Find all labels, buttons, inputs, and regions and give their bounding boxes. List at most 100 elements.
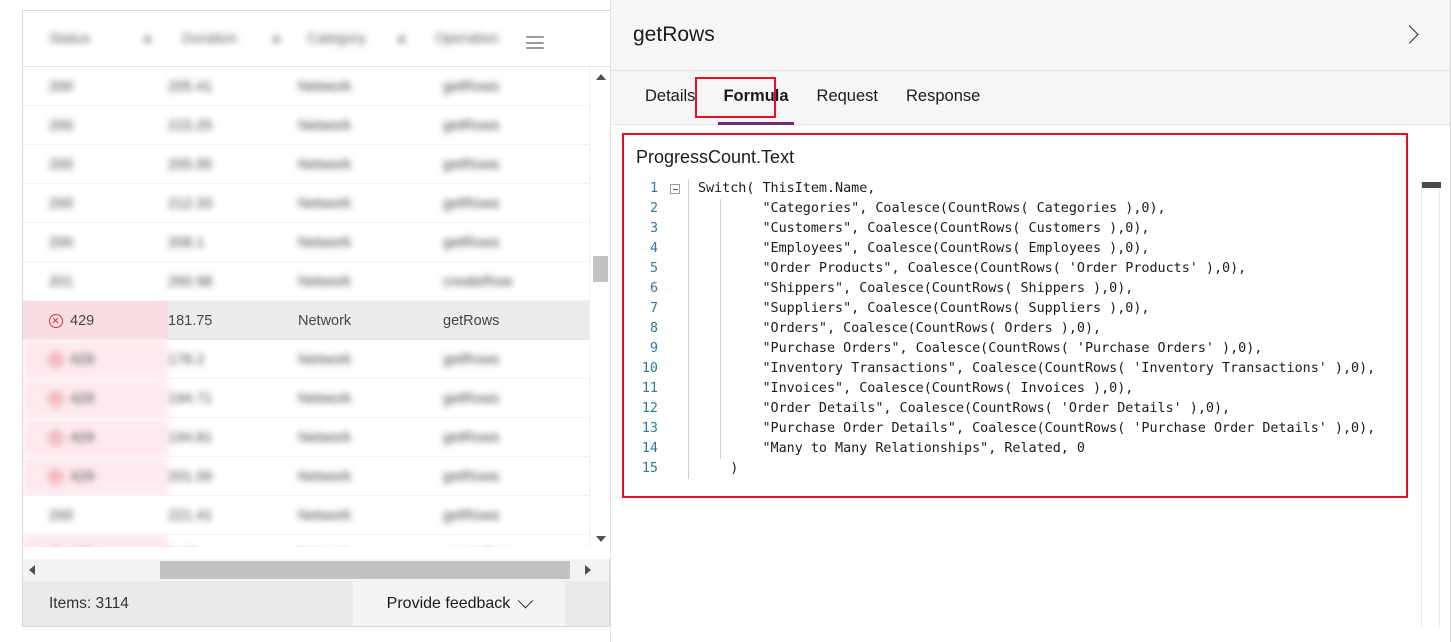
cell-duration: 212.33 <box>168 195 213 212</box>
cell-category: Network <box>298 429 352 446</box>
cell-status: 200 <box>23 145 168 184</box>
cell-duration: 205.41 <box>168 78 213 95</box>
status-bar: Items: 3114 Provide feedback <box>22 581 610 627</box>
line-number: 10 <box>641 361 658 376</box>
detail-panel-tabs: Details Formula Request Response <box>611 71 1451 125</box>
cell-status-text: 200 <box>49 507 74 524</box>
formula-code-editor[interactable]: 1 Switch( ThisItem.Name, 2 "Categories", C… <box>624 179 1406 479</box>
table-row[interactable]: 200 212.33 Network getRows <box>23 184 589 223</box>
error-circle-x-icon <box>49 430 63 445</box>
code-line: 5 "Order Products", Coalesce(CountRows( … <box>624 259 1406 279</box>
tab-formula[interactable]: Formula <box>709 71 802 125</box>
chevron-right-icon[interactable] <box>1400 24 1423 46</box>
line-number: 4 <box>649 241 658 256</box>
cell-duration: 201.09 <box>168 468 213 485</box>
table-row[interactable]: 200 215.25 Network getRows <box>23 106 589 145</box>
line-number: 7 <box>649 301 658 316</box>
code-line-text: "Invoices", Coalesce(CountRows( Invoices… <box>698 381 1134 396</box>
events-table: Status Duration Category Operation 200 20… <box>22 10 610 580</box>
code-line: 11 "Invoices", Coalesce(CountRows( Invoi… <box>624 379 1406 399</box>
cell-operation: getRows <box>443 312 500 329</box>
table-row[interactable]: 200 221.41 Network getRows <box>23 496 589 535</box>
cell-status: 200 <box>23 106 168 145</box>
error-circle-x-icon <box>49 469 63 484</box>
table-row[interactable]: 201 260.98 Network createRow <box>23 262 589 301</box>
horizontal-scrollbar-thumb[interactable] <box>160 561 570 579</box>
code-line: 1 Switch( ThisItem.Name, <box>624 179 1406 199</box>
items-count-label: Items: 3114 <box>49 594 129 612</box>
code-line-text: "Orders", Coalesce(CountRows( Orders ),0… <box>698 321 1102 336</box>
scroll-down-arrow-icon[interactable] <box>590 530 610 547</box>
code-line: 12 "Order Details", Coalesce(CountRows( … <box>624 399 1406 419</box>
horizontal-scrollbar[interactable] <box>22 559 610 581</box>
hamburger-icon[interactable] <box>526 36 544 49</box>
detail-panel: getRows Details Formula Request Response… <box>610 0 1451 642</box>
cell-status: 200 <box>23 496 168 535</box>
vertical-scrollbar-thumb[interactable] <box>593 256 608 282</box>
table-row[interactable]: 429 194.81 Network getRows <box>23 418 589 457</box>
collapse-toggle-icon[interactable] <box>670 184 680 194</box>
scroll-right-arrow-icon[interactable] <box>579 559 597 581</box>
code-line: 6 "Shippers", Coalesce(CountRows( Shippe… <box>624 279 1406 299</box>
provide-feedback-button[interactable]: Provide feedback <box>353 581 565 626</box>
cell-operation: createRow <box>443 535 589 548</box>
table-row[interactable]: 200 205.41 Network getRows <box>23 67 589 106</box>
cell-status: 429 <box>23 457 168 496</box>
cell-status-text: 429 <box>70 312 95 329</box>
filter-icon-category[interactable] <box>397 35 406 44</box>
code-line: 3 "Customers", Coalesce(CountRows( Custo… <box>624 219 1406 239</box>
code-line: 10 "Inventory Transactions", Coalesce(Co… <box>624 359 1406 379</box>
cell-duration: 5.67 <box>168 535 298 548</box>
cell-category: Network <box>298 507 352 524</box>
line-number: 1 <box>649 181 658 196</box>
table-row[interactable]: 429 194.71 Network getRows <box>23 379 589 418</box>
scroll-up-arrow-icon[interactable] <box>590 68 610 85</box>
scroll-left-arrow-icon[interactable] <box>23 559 41 581</box>
table-row[interactable]: 429 178.2 Network getRows <box>23 340 589 379</box>
line-number: 8 <box>649 321 658 336</box>
vertical-scrollbar[interactable] <box>589 68 610 547</box>
cell-duration: 221.41 <box>168 507 213 524</box>
line-number: 5 <box>649 261 658 276</box>
code-line-text: "Order Products", Coalesce(CountRows( 'O… <box>698 261 1247 276</box>
panel-scrollbar-thumb[interactable] <box>1422 182 1441 188</box>
table-row[interactable]: 200 208.1 Network getRows <box>23 223 589 262</box>
table-row[interactable]: 429 5.67NetworkcreateRow <box>23 535 589 547</box>
cell-category: Network <box>298 78 352 95</box>
table-row[interactable]: 429 181.75 Network getRows <box>23 301 589 340</box>
cell-status-text: 200 <box>49 195 74 212</box>
cell-duration: 194.81 <box>168 429 213 446</box>
cell-category: Network <box>298 468 352 485</box>
line-number: 2 <box>649 201 658 216</box>
filter-icon-duration[interactable] <box>272 35 281 44</box>
code-line: 4 "Employees", Coalesce(CountRows( Emplo… <box>624 239 1406 259</box>
code-line: 14 "Many to Many Relationships", Related… <box>624 439 1406 459</box>
tab-details[interactable]: Details <box>631 71 709 125</box>
cell-operation: getRows <box>443 234 500 251</box>
cell-category: Network <box>298 390 352 407</box>
line-number: 12 <box>641 401 658 416</box>
line-number: 3 <box>649 221 658 236</box>
code-line-text: "Categories", Coalesce(CountRows( Catego… <box>698 201 1166 216</box>
code-line: 15 ) <box>624 459 1406 479</box>
detail-panel-title: getRows <box>633 23 715 46</box>
code-line-text: ) <box>698 461 739 476</box>
tab-response[interactable]: Response <box>892 71 994 125</box>
cell-status: 200 <box>23 67 168 106</box>
line-number: 9 <box>649 341 658 356</box>
cell-duration: 178.2 <box>168 351 205 368</box>
tab-request[interactable]: Request <box>803 71 892 125</box>
line-number: 6 <box>649 281 658 296</box>
table-body: 200 205.41 Network getRows 200 215.25 Network g… <box>23 67 610 547</box>
table-row[interactable]: 429 201.09 Network getRows <box>23 457 589 496</box>
code-line-text: "Shippers", Coalesce(CountRows( Shippers… <box>698 281 1134 296</box>
code-line: 8 "Orders", Coalesce(CountRows( Orders )… <box>624 319 1406 339</box>
cell-status-text: 429 <box>70 351 95 368</box>
panel-scrollbar[interactable] <box>1421 182 1441 627</box>
filter-icon-status[interactable] <box>143 35 152 44</box>
line-number: 11 <box>641 381 658 396</box>
table-row[interactable]: 200 205.95 Network getRows <box>23 145 589 184</box>
cell-status-text: 429 <box>70 547 94 548</box>
cell-duration: 260.98 <box>168 273 213 290</box>
cell-operation: getRows <box>443 429 500 446</box>
